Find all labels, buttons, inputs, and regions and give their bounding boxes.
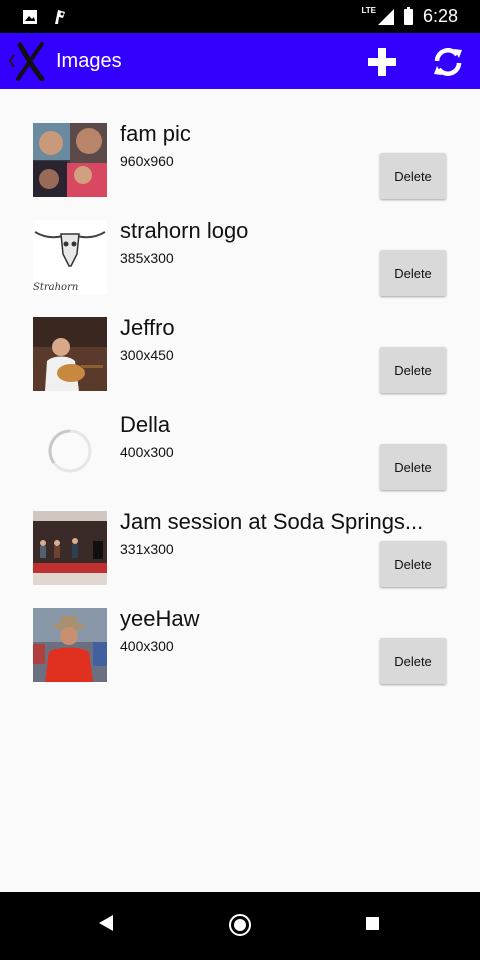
page-title: Images (56, 50, 122, 72)
strahorn-logo-image: Strahorn (33, 220, 107, 294)
image-name: strahorn logo (120, 218, 249, 243)
image-name: fam pic (120, 121, 191, 146)
image-dimensions: 400x300 (120, 638, 174, 654)
image-dimensions: 385x300 (120, 250, 174, 266)
refresh-icon (434, 48, 462, 76)
list-item: Jam session at Soda Springs... 331x300 D… (0, 509, 480, 608)
image-dimensions: 400x300 (120, 444, 174, 460)
list-item: fam pic 960x960 Delete (0, 121, 480, 220)
image-name: Jam session at Soda Springs... (120, 509, 424, 534)
nav-recents-icon[interactable] (366, 917, 379, 930)
list-item: Della 400x300 Delete (0, 412, 480, 511)
image-notification-icon (23, 10, 37, 24)
image-dimensions: 300x450 (120, 347, 174, 363)
plus-icon (368, 48, 396, 76)
clock: 6:28 (422, 6, 458, 26)
delete-button[interactable]: Delete (380, 541, 446, 587)
thumbnail-yeehaw[interactable] (33, 608, 107, 682)
delete-button[interactable]: Delete (380, 250, 446, 296)
logo-text: Strahorn (33, 282, 78, 293)
thumbnail-della[interactable] (33, 414, 107, 488)
nav-home-icon[interactable] (229, 914, 251, 936)
back-logo-icon (8, 42, 45, 82)
guitar-player-image (33, 317, 107, 391)
signal-icon (377, 8, 394, 25)
thumbnail-fam-pic[interactable] (33, 123, 107, 197)
back-button[interactable] (2, 41, 50, 82)
list-item: Strahorn strahorn logo 385x300 Delete (0, 218, 480, 317)
jam-session-image (33, 511, 107, 585)
nav-back-icon[interactable] (98, 914, 114, 932)
navigation-bar (0, 892, 480, 960)
list-item: yeeHaw 400x300 Delete (0, 606, 480, 705)
image-dimensions: 960x960 (120, 153, 174, 169)
thumbnail-strahorn-logo[interactable]: Strahorn (33, 220, 107, 294)
thumbnail-jeffro[interactable] (33, 317, 107, 391)
image-name: Della (120, 412, 171, 437)
image-name: Jeffro (120, 315, 175, 340)
add-button[interactable] (362, 45, 402, 79)
delete-button[interactable]: Delete (380, 638, 446, 684)
loading-spinner-icon (48, 429, 92, 473)
image-dimensions: 331x300 (120, 541, 174, 557)
battery-icon (403, 6, 413, 25)
cowboy-hat-man-image (33, 608, 107, 682)
image-name: yeeHaw (120, 606, 200, 631)
app-notification-icon (55, 10, 65, 24)
family-photo-image (33, 123, 107, 197)
delete-button[interactable]: Delete (380, 444, 446, 490)
network-type: LTE (361, 6, 376, 15)
list-item: Jeffro 300x450 Delete (0, 315, 480, 414)
status-bar: LTE 6:28 (0, 0, 480, 33)
thumbnail-jam-session[interactable] (33, 511, 107, 585)
app-bar: Images (0, 33, 480, 89)
refresh-button[interactable] (428, 45, 468, 79)
delete-button[interactable]: Delete (380, 347, 446, 393)
delete-button[interactable]: Delete (380, 153, 446, 199)
